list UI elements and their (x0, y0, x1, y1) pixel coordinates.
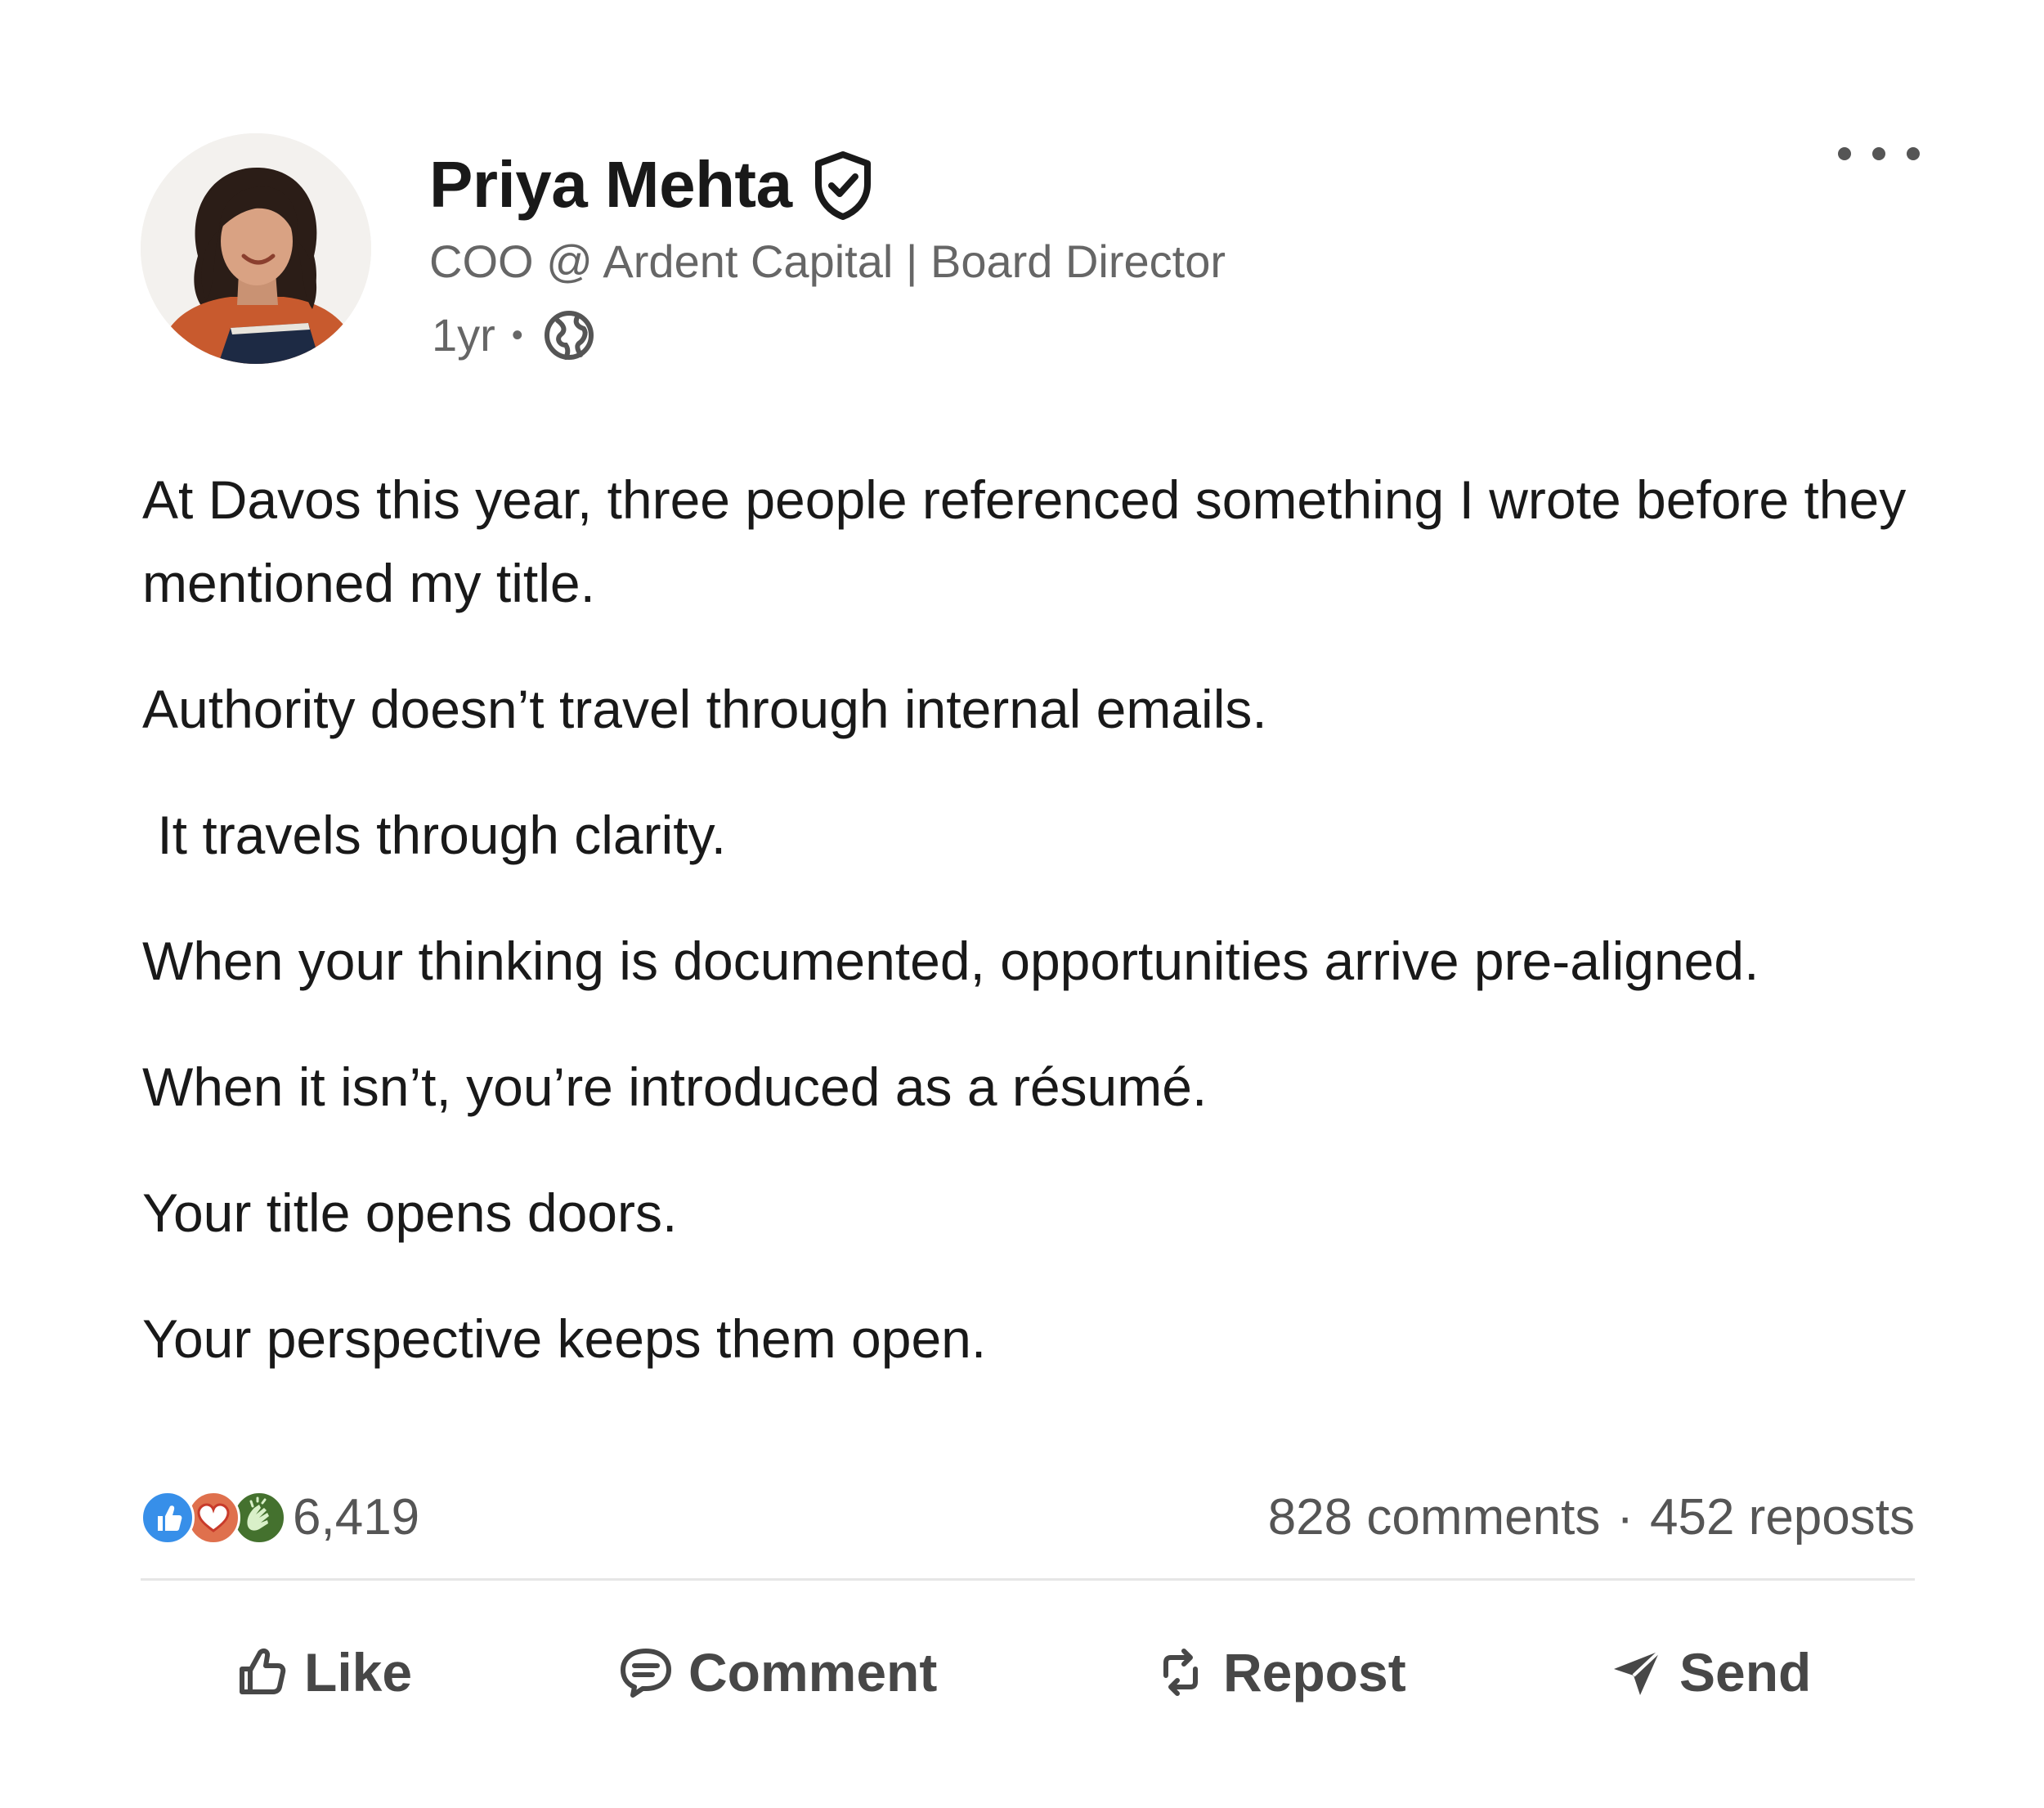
post-paragraph: When it isn’t, you’re introduced as a ré… (142, 1057, 1208, 1117)
comments-count-link[interactable]: 828 comments (1268, 1492, 1601, 1543)
paper-plane-icon (1609, 1644, 1665, 1700)
action-divider (141, 1578, 1915, 1581)
post-paragraph: Your perspective keeps them open. (142, 1308, 987, 1369)
action-bar: Like Comment Repost Send (0, 1627, 2044, 1717)
globe-icon (541, 307, 597, 363)
shield-check-icon (810, 150, 876, 220)
author-avatar[interactable] (141, 133, 371, 364)
author-headline: COO @ Ardent Capital | Board Director (429, 236, 1226, 287)
repost-label: Repost (1223, 1642, 1406, 1703)
speech-bubble-icon (618, 1644, 674, 1700)
feed-post: Priya Mehta COO @ Ardent Capital | Board… (0, 0, 2044, 1808)
post-meta: 1yr • (432, 307, 597, 364)
reaction-icons (141, 1489, 286, 1546)
post-timestamp: 1yr (432, 309, 495, 361)
post-paragraph: Authority doesn’t travel through interna… (142, 679, 1267, 739)
counts-separator: · (1616, 1489, 1634, 1546)
comment-label: Comment (688, 1642, 938, 1703)
repost-arrows-icon (1153, 1644, 1208, 1700)
reposts-count-link[interactable]: 452 reposts (1650, 1492, 1915, 1543)
thumbs-up-icon (234, 1644, 289, 1700)
more-horizontal-icon-dot (1907, 147, 1920, 160)
author-name[interactable]: Priya Mehta (429, 152, 792, 218)
repost-button[interactable]: Repost (1153, 1627, 1406, 1717)
more-horizontal-icon-dot (1872, 147, 1885, 160)
reactions-summary[interactable]: 6,419 (141, 1487, 419, 1549)
post-paragraph: When your thinking is documented, opport… (142, 931, 1759, 991)
avatar-photo (141, 133, 371, 364)
meta-separator: • (511, 317, 523, 353)
engagement-counts: 828 comments · 452 reposts (1268, 1487, 1915, 1549)
post-paragraph: Your title opens doors. (142, 1182, 678, 1243)
send-button[interactable]: Send (1609, 1627, 1811, 1717)
like-button[interactable]: Like (234, 1627, 412, 1717)
reaction-count: 6,419 (293, 1489, 420, 1546)
post-body: At Davos this year, three people referen… (142, 458, 1941, 1423)
thumbs-up-reaction-icon (141, 1491, 195, 1545)
author-name-row: Priya Mehta (429, 144, 876, 226)
like-label: Like (304, 1642, 413, 1703)
more-options-button[interactable] (1838, 137, 1920, 170)
send-label: Send (1679, 1642, 1812, 1703)
post-paragraph: At Davos this year, three people referen… (142, 469, 1921, 613)
more-horizontal-icon-dot (1838, 147, 1851, 160)
comment-button[interactable]: Comment (618, 1627, 937, 1717)
post-paragraph: It travels through clarity. (142, 805, 727, 865)
